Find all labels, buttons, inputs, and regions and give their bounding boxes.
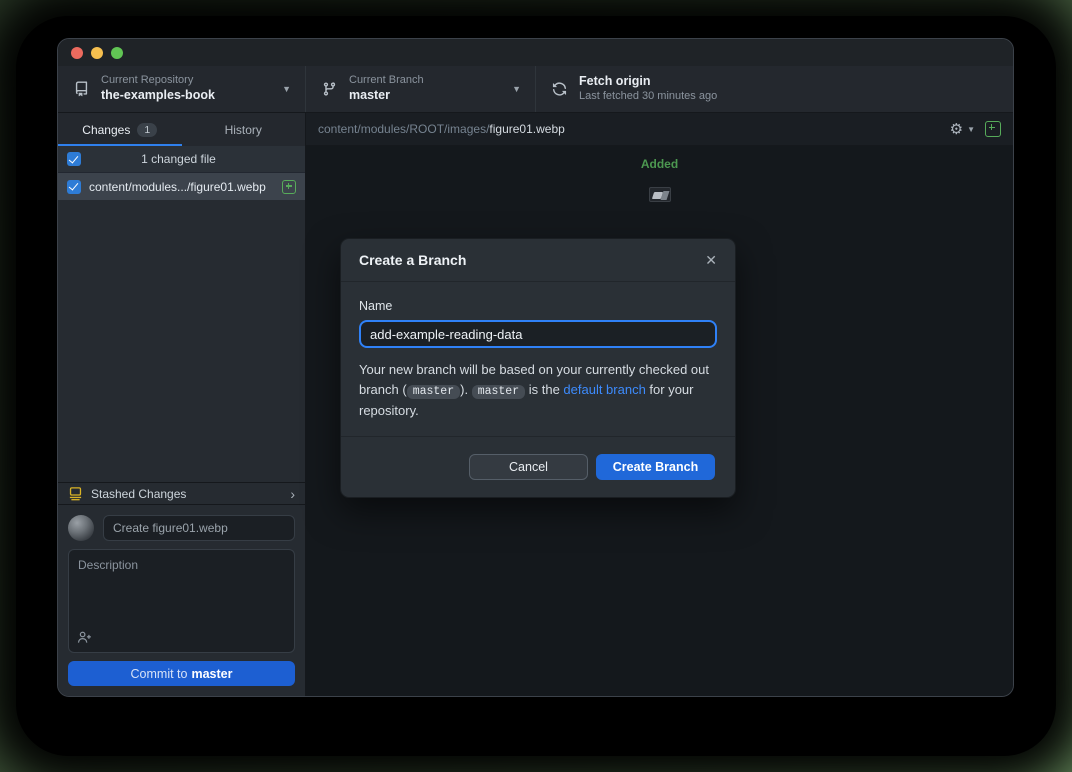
branch-text: Current Branch master (349, 74, 502, 103)
changed-files-summary: 1 changed file (81, 152, 296, 166)
close-window-button[interactable] (71, 47, 83, 59)
close-icon[interactable]: ✕ (705, 253, 717, 267)
changed-files-summary-row: 1 changed file (58, 146, 305, 173)
repository-label: Current Repository (101, 74, 272, 88)
desc-segment: is the (525, 382, 563, 397)
file-checkbox[interactable] (67, 180, 81, 194)
create-branch-dialog: Create a Branch ✕ Name Your new branch w… (340, 238, 736, 498)
sync-icon (552, 81, 567, 97)
branch-label: Current Branch (349, 74, 502, 88)
dialog-header: Create a Branch ✕ (341, 239, 735, 282)
branch-code-pill: master (407, 385, 460, 399)
chevron-down-icon: ▼ (282, 84, 291, 94)
stash-icon (68, 486, 83, 501)
changes-count-badge: 1 (137, 123, 157, 137)
commit-summary-row (68, 515, 295, 541)
toolbar: Current Repository the-examples-book ▼ C… (58, 66, 1013, 113)
create-branch-button[interactable]: Create Branch (596, 454, 715, 480)
fetch-origin-button[interactable]: Fetch origin Last fetched 30 minutes ago (536, 66, 731, 112)
chevron-right-icon: › (290, 487, 295, 501)
diff-header: content/modules/ROOT/images/figure01.web… (306, 113, 1013, 146)
fetch-text: Fetch origin Last fetched 30 minutes ago (579, 74, 717, 103)
branch-name-input[interactable] (359, 320, 717, 348)
branch-name: master (349, 88, 502, 104)
tab-changes-label: Changes (82, 123, 130, 137)
image-preview-thumbnail (649, 187, 671, 202)
current-repository-button[interactable]: Current Repository the-examples-book ▼ (58, 66, 306, 112)
minimize-window-button[interactable] (91, 47, 103, 59)
git-branch-icon (322, 81, 337, 97)
repository-text: Current Repository the-examples-book (101, 74, 272, 103)
file-path: content/modules.../figure01.webp (89, 180, 274, 194)
diff-options-button[interactable]: ⚙ ▼ (950, 122, 975, 137)
commit-summary-input[interactable] (103, 515, 295, 541)
tab-history-label: History (225, 123, 262, 137)
tab-changes[interactable]: Changes 1 (58, 113, 182, 146)
commit-form: Commit to master (58, 505, 305, 696)
tab-history[interactable]: History (182, 113, 306, 146)
commit-button[interactable]: Commit to master (68, 661, 295, 686)
repository-name: the-examples-book (101, 88, 272, 104)
current-branch-button[interactable]: Current Branch master ▼ (306, 66, 536, 112)
dialog-title: Create a Branch (359, 252, 705, 268)
select-all-checkbox[interactable] (67, 152, 81, 166)
desc-segment: ). (460, 382, 472, 397)
commit-button-branch: master (191, 667, 232, 681)
cancel-button[interactable]: Cancel (469, 454, 588, 480)
added-status-label: Added (641, 157, 678, 171)
repo-icon (74, 81, 89, 97)
branch-description-text: Your new branch will be based on your cu… (359, 360, 717, 421)
branch-name-label: Name (359, 299, 717, 313)
title-bar (58, 39, 1013, 66)
commit-description-input[interactable] (68, 549, 295, 653)
branch-code-pill: master (472, 385, 525, 399)
add-coauthor-icon[interactable] (77, 630, 92, 645)
gear-icon: ⚙ (950, 122, 963, 137)
commit-button-prefix: Commit to (131, 667, 188, 681)
file-path-name: figure01.webp (489, 122, 564, 136)
sidebar: Changes 1 History 1 changed file content… (58, 113, 306, 696)
zoom-window-button[interactable] (111, 47, 123, 59)
chevron-down-icon: ▼ (967, 125, 975, 134)
file-list-empty-area (58, 200, 305, 482)
commit-description-wrap (68, 549, 295, 653)
chevron-down-icon: ▼ (512, 84, 521, 94)
diff-added-icon (985, 121, 1001, 137)
stashed-changes-label: Stashed Changes (91, 487, 282, 501)
breadcrumb: content/modules/ROOT/images/figure01.web… (318, 122, 940, 136)
changed-file-row[interactable]: content/modules.../figure01.webp (58, 173, 305, 200)
sidebar-tabs: Changes 1 History (58, 113, 305, 146)
fetch-sublabel: Last fetched 30 minutes ago (579, 90, 717, 104)
file-path-directory: content/modules/ROOT/images/ (318, 122, 489, 136)
file-added-status-icon (282, 180, 296, 194)
stashed-changes-row[interactable]: Stashed Changes › (58, 482, 305, 505)
dialog-footer: Cancel Create Branch (341, 436, 735, 497)
default-branch-link[interactable]: default branch (563, 382, 645, 397)
user-avatar (68, 515, 94, 541)
dialog-body: Name Your new branch will be based on yo… (341, 282, 735, 436)
traffic-lights (71, 47, 123, 59)
fetch-label: Fetch origin (579, 74, 717, 90)
